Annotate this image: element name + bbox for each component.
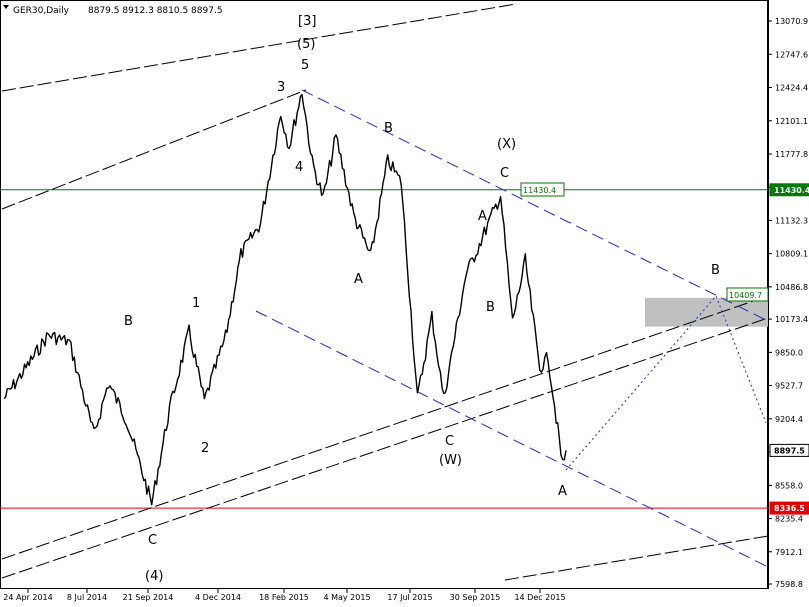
price-tag-label: 11430.4 [774, 186, 809, 195]
wave-label: B [124, 314, 133, 329]
trend-channels[interactable] [1, 3, 769, 581]
wave-label: C [148, 533, 157, 548]
time-tick-label: 17 Jul 2015 [387, 593, 432, 602]
price-tick-label: 8558.0 [775, 481, 803, 490]
wave-label: [3] [298, 14, 316, 29]
price-tick-label: 11777.8 [775, 150, 808, 159]
wave-label: (W) [439, 453, 462, 468]
price-tag-label: 8336.5 [774, 504, 805, 513]
plot-frame [0, 0, 768, 589]
wave-label: A [478, 209, 487, 224]
time-tick-label: 14 Dec 2015 [514, 593, 565, 602]
price-tick-label: 10809.1 [775, 250, 808, 259]
price-tick-label: 7912.1 [775, 548, 803, 557]
price-tick-label: 10173.4 [775, 315, 808, 324]
chart-header: GER30,Daily 8879.5 8912.3 8810.5 8897.5 [3, 5, 223, 16]
price-tick-label: 11132.3 [775, 216, 808, 225]
price-tag-label: 8897.5 [774, 446, 805, 455]
wave-label: C [445, 434, 454, 449]
channel-line-lower-2[interactable] [1, 317, 769, 579]
wave-label: C [500, 166, 509, 181]
channel-line-bottom[interactable] [504, 535, 769, 581]
wave-label: (X) [497, 137, 516, 152]
symbol-label: GER30,Daily [13, 6, 70, 16]
price-series[interactable] [3, 93, 567, 506]
ohlc-values: 8879.5 8912.3 8810.5 8897.5 [88, 6, 223, 16]
label-text-11430: 11430.4 [523, 186, 556, 195]
chart-window[interactable]: GER30,Daily 8879.5 8912.3 8810.5 8897.5 [0, 0, 809, 607]
wave-label: 3 [277, 80, 285, 95]
channel-line-upper-2[interactable] [1, 89, 307, 210]
time-tick-label: 24 Apr 2014 [3, 593, 52, 602]
time-tick-label: 4 Dec 2014 [195, 593, 241, 602]
time-tick-label: 4 May 2015 [323, 593, 370, 602]
price-tick-label: 12424.4 [775, 84, 808, 93]
blue-trend-channels[interactable] [255, 89, 769, 568]
channel-line-upper-1[interactable] [1, 3, 517, 92]
wave-label: A [558, 484, 567, 499]
price-tick-label: 7598.8 [775, 580, 803, 589]
wave-label: 5 [301, 58, 309, 73]
target-zone-rectangle[interactable] [645, 297, 768, 327]
price-tick-label: 9527.7 [775, 382, 803, 391]
price-chart[interactable]: GER30,Daily 8879.5 8912.3 8810.5 8897.5 [0, 0, 809, 607]
wave-label: B [486, 300, 495, 315]
in-chart-price-labels: 11430.4 10409.7 [520, 182, 769, 302]
price-tick-label: 9850.0 [775, 348, 803, 357]
wave-label: (5) [297, 37, 315, 52]
wave-label: B [384, 121, 393, 136]
time-tick-label: 21 Sep 2014 [123, 593, 174, 602]
price-tick-label: 13070.9 [775, 17, 808, 26]
price-tick-label: 10486.8 [775, 283, 808, 292]
time-tick-label: 8 Jul 2014 [67, 593, 107, 602]
price-tick-label: 12101.1 [775, 117, 808, 126]
blue-channel-upper[interactable] [301, 89, 769, 322]
price-tick-label: 12747.6 [775, 50, 808, 59]
wave-label: 2 [201, 441, 209, 456]
price-tick-label: 9204.4 [775, 415, 803, 424]
wave-label: 1 [192, 296, 200, 311]
collapse-arrow-icon[interactable] [3, 5, 9, 9]
price-tick-label: 8235.4 [775, 515, 803, 524]
wave-label: A [354, 272, 363, 287]
wave-label: B [711, 263, 720, 278]
time-tick-label: 18 Feb 2015 [259, 593, 309, 602]
time-axis[interactable]: 24 Apr 2014 8 Jul 2014 21 Sep 2014 4 Dec 20… [3, 589, 566, 602]
wave-label: (4) [145, 569, 163, 584]
label-text-10409: 10409.7 [729, 291, 762, 300]
blue-channel-lower[interactable] [255, 310, 769, 568]
channel-line-lower-1[interactable] [1, 295, 769, 560]
wave-label: 4 [295, 160, 303, 175]
time-tick-label: 30 Sep 2015 [450, 593, 501, 602]
